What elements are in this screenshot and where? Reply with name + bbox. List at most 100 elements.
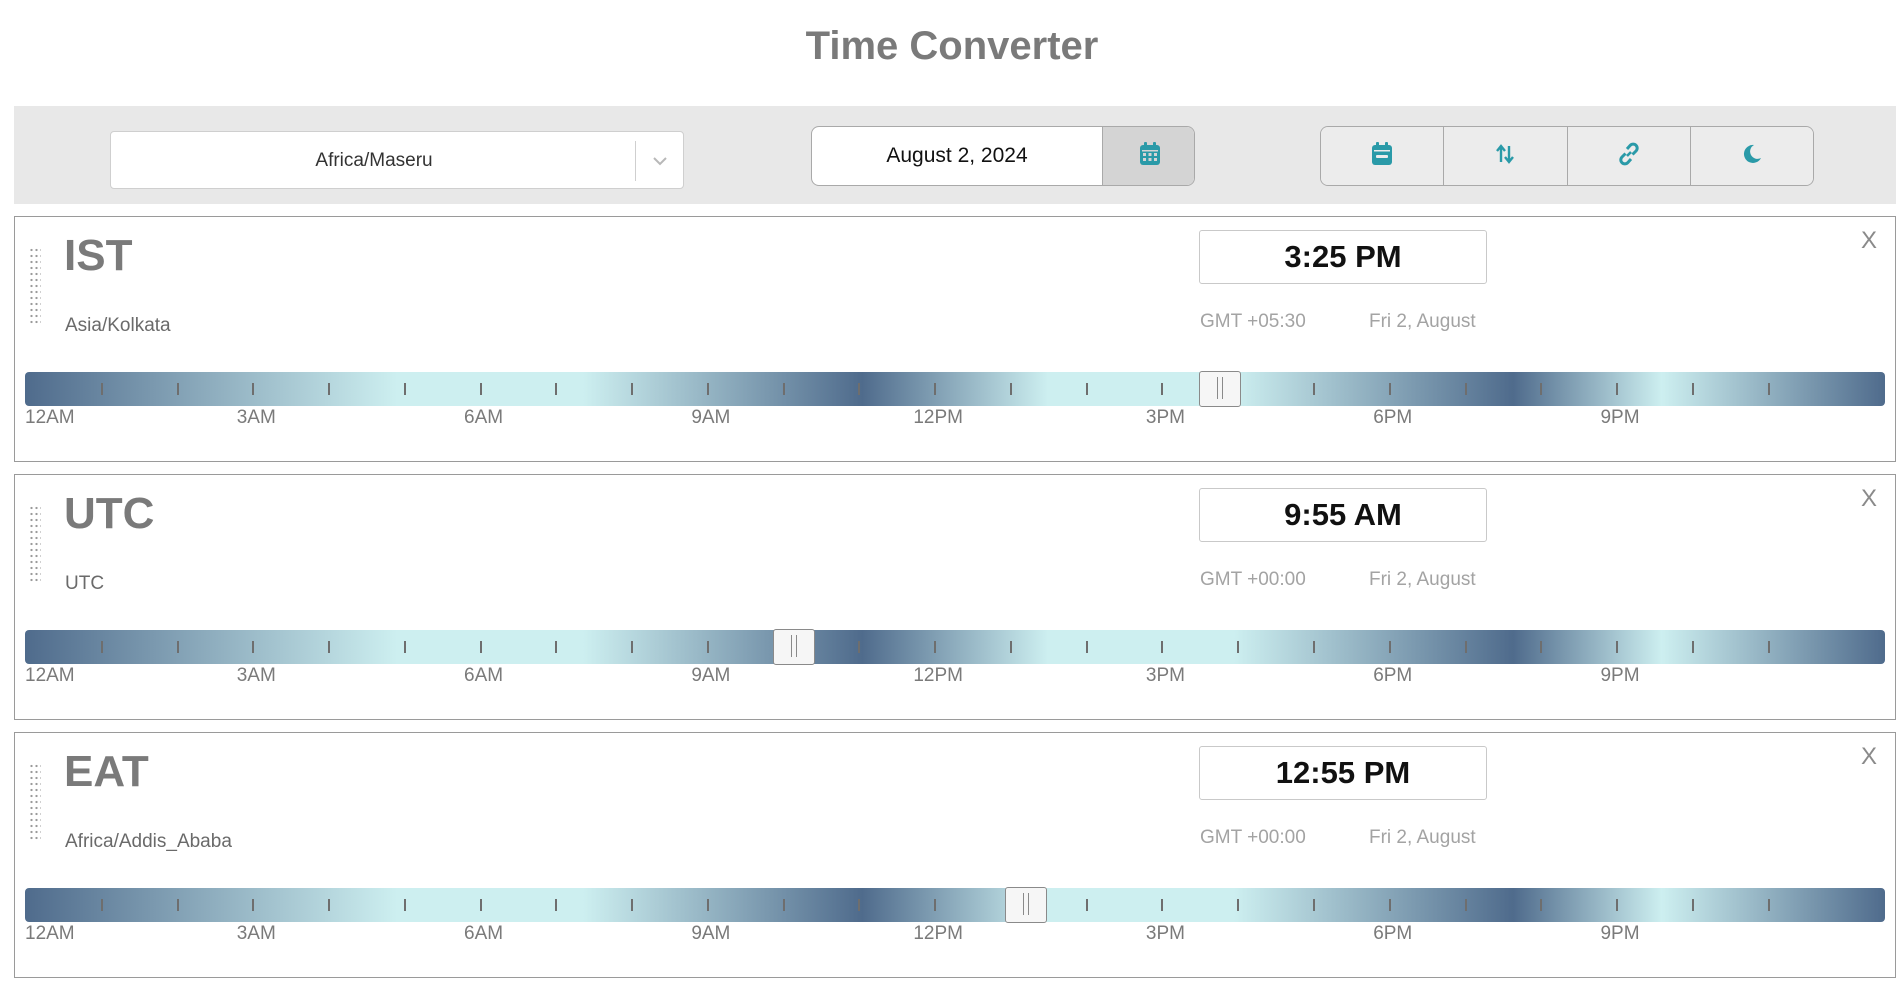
hour-tick bbox=[1085, 641, 1088, 653]
time-slider-thumb[interactable] bbox=[772, 629, 815, 665]
hour-label: 6PM bbox=[1373, 407, 1413, 428]
hour-tick bbox=[252, 899, 255, 911]
hour-tick bbox=[1009, 383, 1012, 395]
hour-tick bbox=[782, 383, 785, 395]
hour-tick bbox=[1237, 641, 1240, 653]
hour-tick bbox=[706, 383, 709, 395]
hour-tick bbox=[1616, 383, 1619, 395]
hour-label: 9PM bbox=[1600, 407, 1640, 428]
gmt-offset: GMT +00:00 bbox=[1200, 827, 1306, 848]
timezone-card: UTC UTC 9:55 AM GMT +00:00 Fri 2, August… bbox=[14, 474, 1896, 720]
hour-label: 6AM bbox=[464, 407, 504, 428]
hour-tick bbox=[555, 383, 558, 395]
hour-tick bbox=[1464, 899, 1467, 911]
hour-tick bbox=[1161, 899, 1164, 911]
remove-card-button[interactable]: X bbox=[1861, 227, 1877, 255]
hour-tick bbox=[176, 383, 179, 395]
dark-mode-button[interactable] bbox=[1690, 127, 1813, 185]
hour-tick bbox=[100, 641, 103, 653]
hour-tick bbox=[1312, 899, 1315, 911]
hour-tick bbox=[1388, 383, 1391, 395]
hour-label: 9PM bbox=[1600, 665, 1640, 686]
hour-tick bbox=[252, 383, 255, 395]
hour-label: 12PM bbox=[913, 665, 963, 686]
hour-tick bbox=[1312, 383, 1315, 395]
hour-tick bbox=[1616, 899, 1619, 911]
hour-label: 6AM bbox=[464, 923, 504, 944]
select-separator bbox=[635, 141, 636, 181]
hour-tick bbox=[934, 899, 937, 911]
hour-tick bbox=[1767, 899, 1770, 911]
time-input[interactable]: 12:55 PM bbox=[1199, 746, 1487, 800]
day-date: Fri 2, August bbox=[1369, 311, 1476, 332]
drag-handle-icon[interactable] bbox=[29, 763, 41, 841]
hour-tick bbox=[1767, 641, 1770, 653]
gmt-offset: GMT +00:00 bbox=[1200, 569, 1306, 590]
hour-label: 12AM bbox=[25, 407, 75, 428]
hour-tick bbox=[1540, 641, 1543, 653]
calendar-icon bbox=[1138, 141, 1162, 172]
hour-tick bbox=[403, 383, 406, 395]
hour-tick bbox=[1616, 641, 1619, 653]
hour-tick bbox=[403, 899, 406, 911]
hour-tick bbox=[858, 641, 861, 653]
hour-tick bbox=[1464, 641, 1467, 653]
remove-card-button[interactable]: X bbox=[1861, 485, 1877, 513]
date-picker-button[interactable] bbox=[1102, 127, 1194, 185]
date-picker[interactable]: August 2, 2024 bbox=[811, 126, 1195, 186]
hour-tick bbox=[1691, 641, 1694, 653]
time-slider-track[interactable] bbox=[25, 629, 1885, 665]
timezone-abbreviation: UTC bbox=[64, 489, 155, 538]
drag-handle-icon[interactable] bbox=[29, 247, 41, 325]
timezone-card: IST Asia/Kolkata 3:25 PM GMT +05:30 Fri … bbox=[14, 216, 1896, 462]
hour-tick bbox=[1085, 383, 1088, 395]
hour-label: 6PM bbox=[1373, 923, 1413, 944]
hour-label: 3PM bbox=[1145, 923, 1185, 944]
hour-label: 9AM bbox=[691, 665, 731, 686]
hour-tick bbox=[706, 899, 709, 911]
date-picker-value[interactable]: August 2, 2024 bbox=[812, 144, 1102, 168]
hour-tick bbox=[1388, 641, 1391, 653]
remove-card-button[interactable]: X bbox=[1861, 743, 1877, 771]
action-button-group bbox=[1320, 126, 1814, 186]
time-input[interactable]: 3:25 PM bbox=[1199, 230, 1487, 284]
gmt-offset: GMT +05:30 bbox=[1200, 311, 1306, 332]
hour-label: 12AM bbox=[25, 923, 75, 944]
time-slider-thumb[interactable] bbox=[1199, 371, 1242, 407]
hour-tick bbox=[403, 641, 406, 653]
timezone-select[interactable]: Africa/Maseru bbox=[110, 131, 684, 189]
hour-label: 9AM bbox=[691, 407, 731, 428]
sort-button[interactable] bbox=[1444, 127, 1568, 185]
hour-label: 3AM bbox=[236, 665, 276, 686]
hour-tick bbox=[631, 383, 634, 395]
time-slider-track[interactable] bbox=[25, 371, 1885, 407]
hour-tick bbox=[782, 899, 785, 911]
calendar-button[interactable] bbox=[1321, 127, 1445, 185]
moon-icon bbox=[1740, 142, 1764, 171]
hour-label: 12AM bbox=[25, 665, 75, 686]
sort-icon bbox=[1494, 143, 1516, 170]
hour-tick bbox=[631, 641, 634, 653]
hour-tick bbox=[1085, 899, 1088, 911]
page-title: Time Converter bbox=[805, 24, 1099, 68]
hour-label: 3AM bbox=[236, 407, 276, 428]
timezone-name: UTC bbox=[65, 573, 105, 594]
hour-tick bbox=[1237, 899, 1240, 911]
timezone-abbreviation: EAT bbox=[64, 747, 149, 796]
hour-tick bbox=[1312, 641, 1315, 653]
time-slider-track[interactable] bbox=[25, 887, 1885, 923]
chevron-down-icon[interactable] bbox=[649, 150, 671, 172]
hour-tick bbox=[479, 383, 482, 395]
timezone-abbreviation: IST bbox=[64, 231, 133, 280]
hour-tick bbox=[1388, 899, 1391, 911]
drag-handle-icon[interactable] bbox=[29, 505, 41, 583]
hour-tick bbox=[479, 641, 482, 653]
time-input[interactable]: 9:55 AM bbox=[1199, 488, 1487, 542]
hour-tick bbox=[1161, 383, 1164, 395]
share-link-button[interactable] bbox=[1567, 127, 1691, 185]
link-icon bbox=[1616, 141, 1642, 172]
hour-label: 3AM bbox=[236, 923, 276, 944]
hour-tick bbox=[1464, 383, 1467, 395]
time-slider-thumb[interactable] bbox=[1005, 887, 1048, 923]
hour-tick bbox=[1161, 641, 1164, 653]
